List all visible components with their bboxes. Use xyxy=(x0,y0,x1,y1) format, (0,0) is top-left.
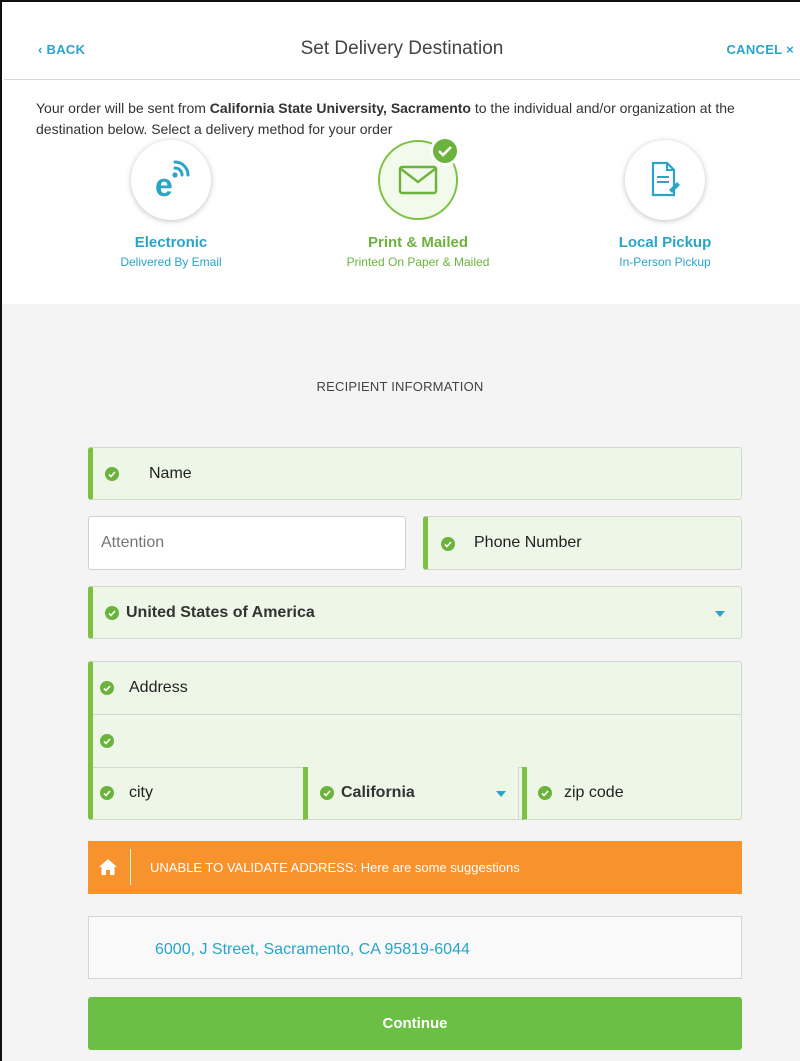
zip-field[interactable]: zip code xyxy=(522,767,742,820)
continue-button[interactable]: Continue xyxy=(88,997,742,1050)
envelope-icon xyxy=(398,165,438,195)
warning-divider xyxy=(130,849,131,885)
check-icon xyxy=(538,786,552,800)
city-placeholder: city xyxy=(129,784,153,801)
address-warning: UNABLE TO VALIDATE ADDRESS: Here are som… xyxy=(88,841,742,894)
selected-check-icon xyxy=(430,136,460,166)
section-title: RECIPIENT INFORMATION xyxy=(316,379,484,394)
chevron-down-icon xyxy=(496,791,506,797)
method-electronic-circle: e xyxy=(131,140,211,220)
warning-text: UNABLE TO VALIDATE ADDRESS: Here are som… xyxy=(150,860,520,875)
method-print-mailed[interactable]: Print & Mailed Printed On Paper & Mailed xyxy=(318,136,518,269)
phone-placeholder: Phone Number xyxy=(474,534,582,551)
name-placeholder: Name xyxy=(149,465,192,482)
phone-field[interactable]: Phone Number xyxy=(423,516,742,570)
intro-text: Your order will be sent from California … xyxy=(36,98,800,140)
intro-text-before: Your order will be sent from xyxy=(36,100,210,116)
method-subtitle: In-Person Pickup xyxy=(619,255,711,269)
country-select[interactable]: United States of America xyxy=(88,586,742,639)
address-placeholder: Address xyxy=(129,679,188,696)
delivery-methods: e Electronic Delivered By Email Print & xyxy=(4,136,800,305)
zip-placeholder: zip code xyxy=(564,784,624,801)
city-field[interactable]: city xyxy=(93,768,306,819)
electronic-e-icon: e xyxy=(155,160,190,202)
check-icon xyxy=(105,467,119,481)
method-pickup-circle xyxy=(625,140,705,220)
header-bar: Set Delivery Destination ‹ BACK CANCEL × xyxy=(4,4,800,80)
method-title: Local Pickup xyxy=(618,234,712,251)
check-icon xyxy=(320,786,334,800)
check-icon xyxy=(441,537,455,551)
method-subtitle: Delivered By Email xyxy=(120,255,222,269)
state-value: California xyxy=(341,784,415,801)
method-subtitle: Printed On Paper & Mailed xyxy=(346,255,490,269)
method-print-circle xyxy=(378,136,460,220)
home-icon xyxy=(98,858,118,881)
method-title: Print & Mailed xyxy=(367,234,468,251)
check-icon xyxy=(105,606,119,620)
page-title: Set Delivery Destination xyxy=(300,38,504,59)
address-line1-field[interactable]: Address xyxy=(93,662,742,715)
check-icon xyxy=(100,786,114,800)
svg-text:e: e xyxy=(155,167,173,202)
state-select[interactable]: California xyxy=(303,767,519,820)
suggested-address-link[interactable]: 6000, J Street, Sacramento, CA 95819-604… xyxy=(155,941,470,959)
chevron-down-icon xyxy=(715,611,725,617)
method-title: Electronic xyxy=(134,234,208,251)
country-value: United States of America xyxy=(126,604,315,621)
institution-name: California State University, Sacramento xyxy=(209,100,471,116)
check-icon xyxy=(100,681,114,695)
address-suggestion[interactable]: 6000, J Street, Sacramento, CA 95819-604… xyxy=(88,916,742,979)
address-line2-field[interactable] xyxy=(93,715,742,768)
method-electronic[interactable]: e Electronic Delivered By Email xyxy=(71,140,271,269)
check-icon xyxy=(100,734,114,748)
cancel-button[interactable]: CANCEL × xyxy=(726,42,794,57)
name-field[interactable]: Name xyxy=(88,447,742,500)
attention-input[interactable] xyxy=(88,516,406,570)
document-pickup-icon xyxy=(651,161,680,197)
method-local-pickup[interactable]: Local Pickup In-Person Pickup xyxy=(565,140,765,269)
back-button[interactable]: ‹ BACK xyxy=(38,42,85,57)
